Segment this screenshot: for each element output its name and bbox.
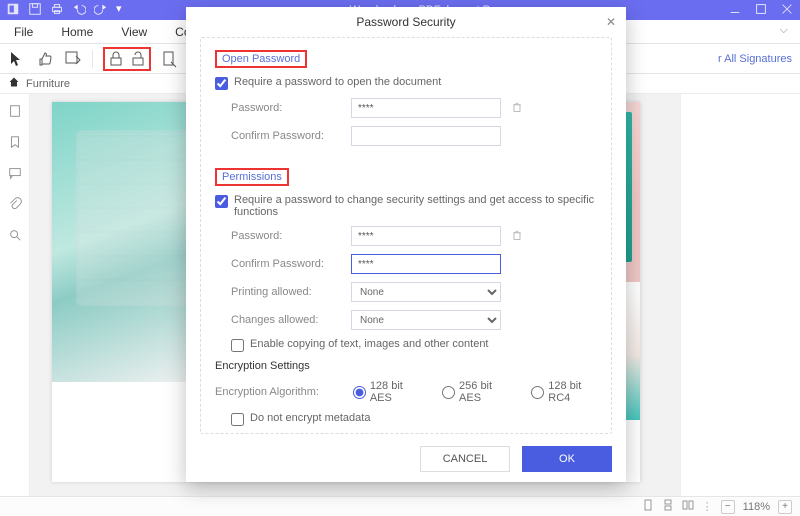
enc-128rc4-radio[interactable] xyxy=(531,386,544,399)
view-mode-continuous-icon[interactable] xyxy=(662,499,674,514)
menu-home[interactable]: Home xyxy=(47,25,107,39)
changes-allowed-select[interactable]: None xyxy=(351,310,501,330)
perm-confirm-label: Confirm Password: xyxy=(231,258,351,270)
enc-256aes-label: 256 bit AES xyxy=(459,380,507,404)
menu-view[interactable]: View xyxy=(107,25,161,39)
zoom-value: 118% xyxy=(743,501,770,513)
clear-open-password-icon[interactable] xyxy=(511,101,523,116)
app-logo-icon xyxy=(6,2,20,19)
left-rail xyxy=(0,94,30,516)
right-panel xyxy=(680,94,800,516)
unlock-icon[interactable] xyxy=(129,50,147,68)
dialog-title: Password Security xyxy=(186,7,626,35)
maximize-icon[interactable] xyxy=(754,2,768,19)
toolbar-separator xyxy=(92,50,93,68)
changes-allowed-label: Changes allowed: xyxy=(231,314,351,326)
doc-image-left xyxy=(52,102,207,382)
statusbar: ⋮ − 118% + xyxy=(0,496,800,516)
view-mode-single-icon[interactable] xyxy=(642,499,654,514)
cancel-button[interactable]: CANCEL xyxy=(420,446,510,472)
edit-box-icon[interactable] xyxy=(64,50,82,68)
ok-button[interactable]: OK xyxy=(522,446,612,472)
select-tool-icon[interactable] xyxy=(8,50,26,68)
printing-allowed-select[interactable]: None xyxy=(351,282,501,302)
home-icon[interactable] xyxy=(8,76,20,91)
open-password-input[interactable] xyxy=(351,98,501,118)
close-window-icon[interactable] xyxy=(780,2,794,19)
enc-128aes-radio[interactable] xyxy=(353,386,366,399)
perm-password-input[interactable] xyxy=(351,226,501,246)
dont-encrypt-metadata-label: Do not encrypt metadata xyxy=(250,412,370,424)
comment-icon[interactable] xyxy=(8,166,22,183)
require-perm-password-checkbox[interactable] xyxy=(215,195,228,208)
require-open-password-checkbox[interactable] xyxy=(215,77,228,90)
require-perm-password-label: Require a password to change security se… xyxy=(234,194,597,218)
minimize-icon[interactable] xyxy=(728,2,742,19)
open-password-heading: Open Password xyxy=(215,50,307,68)
open-confirm-label: Confirm Password: xyxy=(231,130,351,142)
enc-128aes-label: 128 bit AES xyxy=(370,380,418,404)
open-password-label: Password: xyxy=(231,102,351,114)
require-open-password-label: Require a password to open the document xyxy=(234,76,441,88)
thumbs-up-icon[interactable] xyxy=(36,50,54,68)
breadcrumb-item[interactable]: Furniture xyxy=(26,78,70,90)
print-icon[interactable] xyxy=(50,2,64,19)
encryption-settings-heading: Encryption Settings xyxy=(215,360,597,372)
thumbnails-icon[interactable] xyxy=(8,104,22,121)
bookmark-icon[interactable] xyxy=(8,135,22,152)
enable-copy-checkbox[interactable] xyxy=(231,339,244,352)
enable-copy-label: Enable copying of text, images and other… xyxy=(250,338,489,350)
printing-allowed-label: Printing allowed: xyxy=(231,286,351,298)
lock-icon[interactable] xyxy=(107,50,125,68)
view-mode-facing-icon[interactable] xyxy=(682,499,694,514)
password-security-dialog: Password Security ✕ Open Password Requir… xyxy=(186,7,626,482)
clear-perm-password-icon[interactable] xyxy=(511,229,523,244)
undo-icon[interactable] xyxy=(72,2,86,19)
redo-icon[interactable] xyxy=(94,2,108,19)
security-tools-highlight xyxy=(103,47,151,71)
zoom-in-button[interactable]: + xyxy=(778,500,792,514)
enc-128rc4-label: 128 bit RC4 xyxy=(548,380,597,404)
sign-doc-icon[interactable] xyxy=(161,50,179,68)
save-icon[interactable] xyxy=(28,2,42,19)
permissions-heading: Permissions xyxy=(215,168,289,186)
perm-confirm-input[interactable] xyxy=(351,254,501,274)
attachment-icon[interactable] xyxy=(8,197,22,214)
perm-password-label: Password: xyxy=(231,230,351,242)
all-signatures-link[interactable]: r All Signatures xyxy=(718,53,792,65)
view-mode-more-icon[interactable]: ⋮ xyxy=(702,500,713,513)
dialog-close-icon[interactable]: ✕ xyxy=(606,15,616,29)
enc-256aes-radio[interactable] xyxy=(442,386,455,399)
search-rail-icon[interactable] xyxy=(8,228,22,245)
menubar-expand-icon[interactable]: ⌵ xyxy=(780,24,788,37)
zoom-out-button[interactable]: − xyxy=(721,500,735,514)
encryption-algorithm-label: Encryption Algorithm: xyxy=(215,386,329,398)
open-confirm-input[interactable] xyxy=(351,126,501,146)
dont-encrypt-metadata-checkbox[interactable] xyxy=(231,413,244,426)
menu-file[interactable]: File xyxy=(0,25,47,39)
